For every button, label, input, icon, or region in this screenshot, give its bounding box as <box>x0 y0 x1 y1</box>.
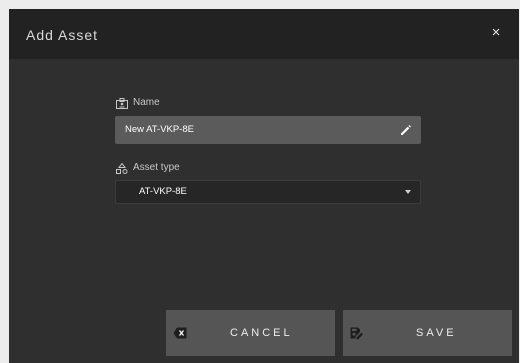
pencil-icon[interactable] <box>400 124 412 136</box>
backspace-icon <box>173 327 187 339</box>
asset-type-label: Asset type <box>116 162 180 174</box>
dialog-title: Add Asset <box>26 27 99 43</box>
close-icon[interactable]: × <box>487 24 505 42</box>
dialog-header: Add Asset × <box>9 9 519 59</box>
save-button[interactable]: SAVE <box>343 310 512 356</box>
cancel-button-label: CANCEL <box>230 327 293 339</box>
asset-type-label-text: Asset type <box>133 162 180 173</box>
shapes-icon <box>116 162 128 174</box>
add-asset-dialog: Add Asset × Name New AT-VKP-8E Asset typ… <box>9 9 519 363</box>
name-label-text: Name <box>133 97 160 108</box>
badge-icon <box>116 97 128 109</box>
save-button-label: SAVE <box>416 327 457 339</box>
name-input[interactable]: New AT-VKP-8E <box>115 116 421 144</box>
name-field-label: Name <box>116 97 160 109</box>
caret-down-icon[interactable] <box>405 190 411 194</box>
asset-type-select[interactable]: AT-VKP-8E <box>115 180 421 204</box>
save-edit-icon <box>350 327 363 340</box>
asset-type-selected-value: AT-VKP-8E <box>139 186 187 197</box>
name-input-value: New AT-VKP-8E <box>125 124 194 135</box>
cancel-button[interactable]: CANCEL <box>166 310 335 356</box>
